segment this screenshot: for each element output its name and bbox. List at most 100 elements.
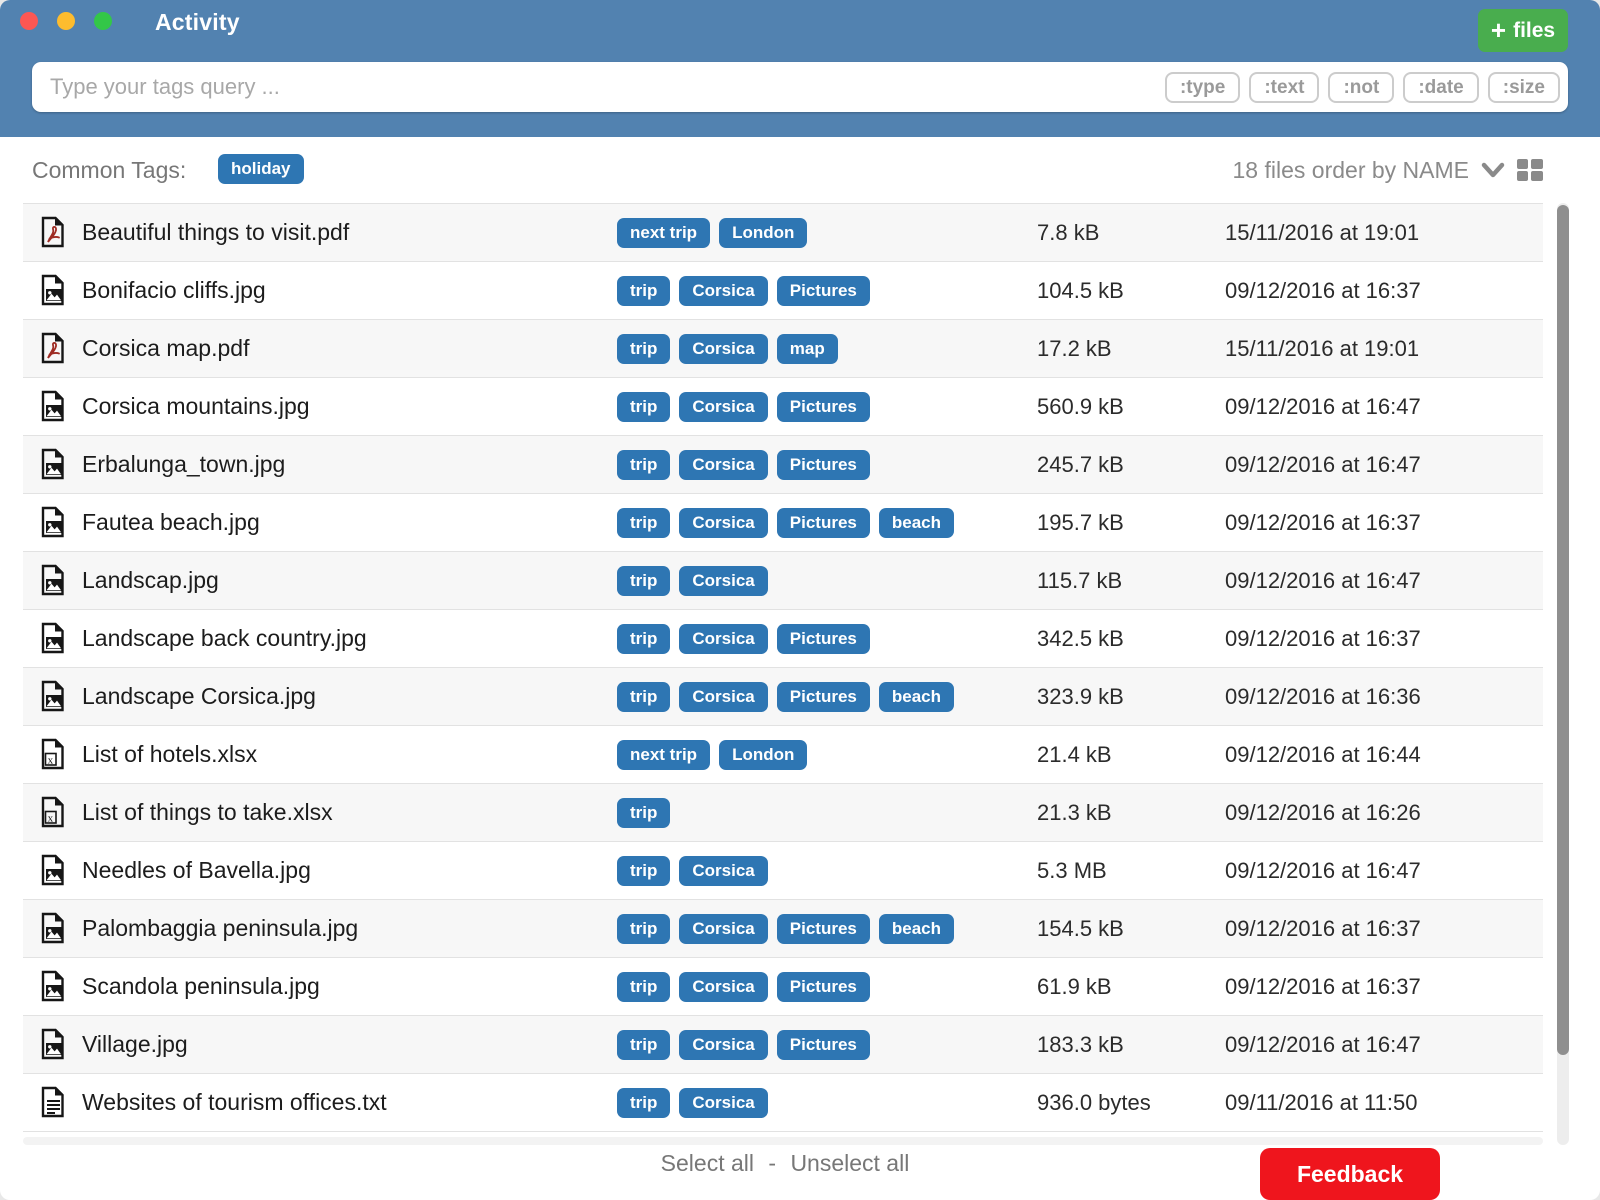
tag-badge[interactable]: trip xyxy=(617,392,670,422)
tag-badge[interactable]: beach xyxy=(879,508,954,538)
tag-badge[interactable]: Pictures xyxy=(777,392,870,422)
filter-size-button[interactable]: :size xyxy=(1488,72,1560,103)
tag-badge[interactable]: trip xyxy=(617,508,670,538)
file-row[interactable]: Landscap.jpgtripCorsica115.7 kB09/12/201… xyxy=(23,552,1543,610)
query-filter-buttons: :type :text :not :date :size xyxy=(1165,72,1560,103)
file-row[interactable]: Fautea beach.jpgtripCorsicaPicturesbeach… xyxy=(23,494,1543,552)
tag-badge[interactable]: trip xyxy=(617,334,670,364)
tag-badge[interactable]: trip xyxy=(617,1088,670,1118)
file-name: Landscape back country.jpg xyxy=(82,610,367,667)
common-tag-badge[interactable]: holiday xyxy=(218,154,304,184)
file-size: 5.3 MB xyxy=(1037,842,1107,899)
tag-badge[interactable]: Corsica xyxy=(679,508,767,538)
tag-badge[interactable]: trip xyxy=(617,914,670,944)
tag-badge[interactable]: Pictures xyxy=(777,624,870,654)
image-file-icon xyxy=(40,912,68,946)
file-count-sort-status[interactable]: 18 files order by NAME xyxy=(1233,157,1469,184)
tag-badge[interactable]: Pictures xyxy=(777,972,870,1002)
grid-view-icon[interactable] xyxy=(1517,158,1543,182)
tag-badge[interactable]: Corsica xyxy=(679,334,767,364)
filter-text-button[interactable]: :text xyxy=(1249,72,1319,103)
tag-badge[interactable]: Corsica xyxy=(679,682,767,712)
file-name: Corsica map.pdf xyxy=(82,320,249,377)
select-all-link[interactable]: Select all xyxy=(661,1150,754,1176)
tag-badge[interactable]: Pictures xyxy=(777,914,870,944)
file-row[interactable]: xList of things to take.xlsxtrip21.3 kB0… xyxy=(23,784,1543,842)
chevron-down-icon[interactable] xyxy=(1479,159,1507,181)
tag-badge[interactable]: Corsica xyxy=(679,972,767,1002)
tag-badge[interactable]: Corsica xyxy=(679,1030,767,1060)
file-row[interactable]: xList of hotels.xlsxnext tripLondon21.4 … xyxy=(23,726,1543,784)
tag-badge[interactable]: trip xyxy=(617,798,670,828)
file-row[interactable]: Village.jpgtripCorsicaPictures183.3 kB09… xyxy=(23,1016,1543,1074)
tag-badge[interactable]: Pictures xyxy=(777,1030,870,1060)
add-files-button[interactable]: + files xyxy=(1478,9,1568,52)
file-row[interactable]: Corsica map.pdftripCorsicamap17.2 kB15/1… xyxy=(23,320,1543,378)
tag-badge[interactable]: next trip xyxy=(617,218,710,248)
tag-badge[interactable]: Corsica xyxy=(679,276,767,306)
filter-not-button[interactable]: :not xyxy=(1328,72,1394,103)
tag-badge[interactable]: Pictures xyxy=(777,508,870,538)
tag-badge[interactable]: Corsica xyxy=(679,624,767,654)
file-tags: next trip London xyxy=(617,204,807,261)
tag-badge[interactable]: trip xyxy=(617,450,670,480)
vertical-scrollbar-thumb[interactable] xyxy=(1557,205,1569,1055)
file-row[interactable]: Needles of Bavella.jpgtripCorsica5.3 MB0… xyxy=(23,842,1543,900)
file-name: Needles of Bavella.jpg xyxy=(82,842,311,899)
file-row[interactable]: Beautiful things to visit.pdfnext tripLo… xyxy=(23,204,1543,262)
file-tags: trip Corsica Pictures xyxy=(617,610,870,667)
filter-date-button[interactable]: :date xyxy=(1403,72,1478,103)
tag-badge[interactable]: Pictures xyxy=(777,682,870,712)
image-file-icon xyxy=(40,448,68,482)
tag-badge[interactable]: London xyxy=(719,218,807,248)
feedback-button[interactable]: Feedback xyxy=(1260,1148,1440,1200)
file-name: Bonifacio cliffs.jpg xyxy=(82,262,266,319)
tag-badge[interactable]: Corsica xyxy=(679,1088,767,1118)
file-row[interactable]: Scandola peninsula.jpgtripCorsicaPicture… xyxy=(23,958,1543,1016)
file-row[interactable]: Erbalunga_town.jpgtripCorsicaPictures245… xyxy=(23,436,1543,494)
close-window-button[interactable] xyxy=(20,12,38,30)
svg-text:x: x xyxy=(48,812,54,824)
file-name: Landscap.jpg xyxy=(82,552,219,609)
file-tags: trip Corsica Pictures beach xyxy=(617,668,954,725)
filter-type-button[interactable]: :type xyxy=(1165,72,1240,103)
zoom-window-button[interactable] xyxy=(94,12,112,30)
tag-badge[interactable]: Corsica xyxy=(679,392,767,422)
tag-badge[interactable]: Corsica xyxy=(679,856,767,886)
pdf-file-icon xyxy=(40,332,68,366)
file-tags: trip Corsica xyxy=(617,842,768,899)
file-date: 09/12/2016 at 16:37 xyxy=(1225,610,1421,667)
tag-badge[interactable]: trip xyxy=(617,276,670,306)
file-row[interactable]: Websites of tourism offices.txttripCorsi… xyxy=(23,1074,1543,1132)
tag-badge[interactable]: beach xyxy=(879,914,954,944)
tag-badge[interactable]: beach xyxy=(879,682,954,712)
tag-badge[interactable]: trip xyxy=(617,856,670,886)
tag-badge[interactable]: trip xyxy=(617,566,670,596)
tag-badge[interactable]: trip xyxy=(617,1030,670,1060)
file-row[interactable]: Landscape Corsica.jpgtripCorsicaPictures… xyxy=(23,668,1543,726)
file-date: 09/12/2016 at 16:26 xyxy=(1225,784,1421,841)
tag-badge[interactable]: trip xyxy=(617,972,670,1002)
selection-separator: - xyxy=(768,1150,776,1176)
tag-badge[interactable]: London xyxy=(719,740,807,770)
file-row[interactable]: Corsica mountains.jpgtripCorsicaPictures… xyxy=(23,378,1543,436)
tag-badge[interactable]: Corsica xyxy=(679,450,767,480)
image-file-icon xyxy=(40,970,68,1004)
tag-badge[interactable]: Pictures xyxy=(777,276,870,306)
file-row[interactable]: Landscape back country.jpg trip Corsica Pic… xyxy=(23,610,1543,668)
tag-badge[interactable]: trip xyxy=(617,624,670,654)
tag-badge[interactable]: next trip xyxy=(617,740,710,770)
unselect-all-link[interactable]: Unselect all xyxy=(790,1150,909,1176)
file-size: 936.0 bytes xyxy=(1037,1074,1151,1131)
tag-badge[interactable]: Corsica xyxy=(679,566,767,596)
file-date: 09/12/2016 at 16:47 xyxy=(1225,436,1421,493)
tag-badge[interactable]: Pictures xyxy=(777,450,870,480)
tag-badge[interactable]: Corsica xyxy=(679,914,767,944)
tag-badge[interactable]: map xyxy=(777,334,838,364)
file-list: Beautiful things to visit.pdfnext tripLo… xyxy=(23,203,1543,1132)
file-row[interactable]: Bonifacio cliffs.jpgtripCorsicaPictures1… xyxy=(23,262,1543,320)
tag-badge[interactable]: trip xyxy=(617,682,670,712)
file-row[interactable]: Palombaggia peninsula.jpgtripCorsicaPict… xyxy=(23,900,1543,958)
image-file-icon xyxy=(40,390,68,424)
minimize-window-button[interactable] xyxy=(57,12,75,30)
